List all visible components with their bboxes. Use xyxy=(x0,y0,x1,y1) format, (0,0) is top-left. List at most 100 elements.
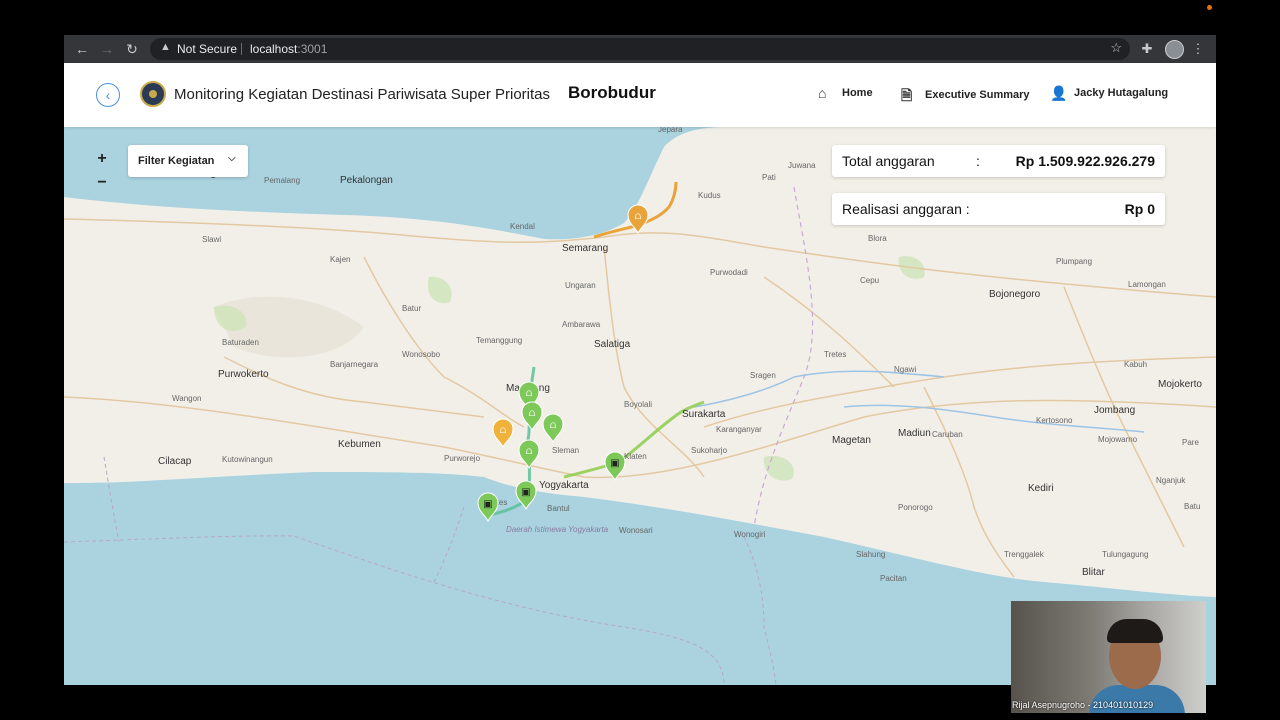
address-bar[interactable]: ▲ Not Secure localhost:3001 ☆ xyxy=(150,38,1130,60)
place-label: Boyolali xyxy=(624,400,652,409)
bus-icon: ▣ xyxy=(483,499,492,510)
place-label: Ponorogo xyxy=(898,503,933,512)
place-label: Trenggalek xyxy=(1004,550,1045,559)
place-label: Klaten xyxy=(624,452,647,461)
warning-icon: ▲ xyxy=(160,41,171,53)
place-label: Purwokerto xyxy=(218,369,269,380)
security-label[interactable]: Not Secure xyxy=(177,42,237,56)
nav-home-label: Home xyxy=(842,87,873,99)
place-label: Wonosari xyxy=(619,526,653,535)
train-icon: ⩍ xyxy=(529,408,536,419)
total-anggaran-card: Total anggaran : Rp 1.509.922.926.279 xyxy=(832,145,1165,177)
train-icon: ⩍ xyxy=(526,446,533,457)
place-label: Magetan xyxy=(832,435,871,446)
nav-home[interactable]: ⌂ Home xyxy=(818,85,873,101)
place-label: Bojonegoro xyxy=(989,289,1041,300)
place-label: Madiun xyxy=(898,428,931,439)
realisasi-anggaran-card: Realisasi anggaran : Rp 0 xyxy=(832,193,1165,225)
zoom-in-button[interactable]: + xyxy=(90,147,114,171)
browser-menu-icon[interactable]: ⋮ xyxy=(1188,39,1208,59)
ministry-logo xyxy=(140,81,166,107)
zoom-out-button[interactable]: − xyxy=(90,171,114,195)
place-label: Baturaden xyxy=(222,338,259,347)
place-label: Surakarta xyxy=(682,409,726,420)
nav-user-label: Jacky Hutagalung xyxy=(1074,87,1169,99)
app-header: ‹ Monitoring Kegiatan Destinasi Pariwisa… xyxy=(64,63,1216,127)
profile-avatar-icon[interactable] xyxy=(1165,40,1184,59)
place-label: Kediri xyxy=(1028,483,1054,494)
place-label: Plumpang xyxy=(1056,257,1092,266)
place-label: Sragen xyxy=(750,371,776,380)
user-icon: 👤 xyxy=(1050,85,1068,101)
train-icon: ⩍ xyxy=(526,388,533,399)
place-label: Batur xyxy=(402,304,421,313)
place-label: Tulungagung xyxy=(1102,550,1148,559)
place-label: Banjarnegara xyxy=(330,360,379,369)
place-label: Cepu xyxy=(860,276,879,285)
browser-toolbar: ← → ↻ ▲ Not Secure localhost:3001 ☆ ✚ ⋮ xyxy=(64,35,1216,63)
train-icon: ⩍ xyxy=(635,211,642,222)
back-arrow-icon[interactable]: ← xyxy=(72,39,92,59)
extensions-puzzle-icon[interactable]: ✚ xyxy=(1137,39,1157,59)
place-label: Jombang xyxy=(1094,405,1135,416)
place-label: Kertosono xyxy=(1036,416,1073,425)
forward-arrow-icon[interactable]: → xyxy=(97,39,117,59)
bus-icon: ▣ xyxy=(610,458,619,469)
place-label: Batu xyxy=(1184,502,1200,511)
nav-user[interactable]: 👤 Jacky Hutagalung xyxy=(1050,85,1168,102)
chevron-down-icon: ⌵ xyxy=(228,153,236,164)
total-anggaran-value: Rp 1.509.922.926.279 xyxy=(1015,153,1155,169)
place-label: Bantul xyxy=(547,504,570,513)
place-label: Pemalang xyxy=(264,176,300,185)
place-label: Wonogiri xyxy=(734,530,766,539)
place-label: Blora xyxy=(868,234,887,243)
realisasi-anggaran-value: Rp 0 xyxy=(1124,201,1155,217)
place-label: Jepara xyxy=(658,127,683,134)
place-label: Pacitan xyxy=(880,574,907,583)
place-label: Mojowarno xyxy=(1098,435,1138,444)
place-label: Sukoharjo xyxy=(691,446,728,455)
realisasi-anggaran-label: Realisasi anggaran : xyxy=(842,201,970,217)
back-button[interactable]: ‹ xyxy=(96,83,120,107)
place-label: Pekalongan xyxy=(340,175,393,186)
place-label: Kebumen xyxy=(338,439,381,450)
recording-indicator xyxy=(1207,5,1212,10)
total-anggaran-label: Total anggaran xyxy=(842,153,935,169)
place-label: Lamongan xyxy=(1128,280,1166,289)
browser-window: ← → ↻ ▲ Not Secure localhost:3001 ☆ ✚ ⋮ … xyxy=(64,35,1216,685)
place-label: Pare xyxy=(1182,438,1199,447)
filter-kegiatan-dropdown[interactable]: Filter Kegiatan ⌵ xyxy=(128,145,248,177)
place-label: Yogyakarta xyxy=(539,480,589,491)
place-label: Kutowinangun xyxy=(222,455,273,464)
train-icon: ⩍ xyxy=(550,420,557,431)
bus-icon: ▣ xyxy=(521,487,530,498)
train-icon: ⩍ xyxy=(500,425,507,436)
place-label: Pati xyxy=(762,173,776,182)
place-label: Ngawi xyxy=(894,365,916,374)
place-label: Purworejo xyxy=(444,454,481,463)
place-label: Kendal xyxy=(510,222,535,231)
place-label: Mojokerto xyxy=(1158,379,1202,390)
place-label: Tretes xyxy=(824,350,846,359)
zoom-control: + − xyxy=(90,147,114,195)
place-label: Semarang xyxy=(562,243,608,254)
place-label: Cilacap xyxy=(158,456,192,467)
total-anggaran-colon: : xyxy=(976,153,980,169)
place-label: Kudus xyxy=(698,191,721,200)
page-title: Monitoring Kegiatan Destinasi Pariwisata… xyxy=(174,86,551,103)
bookmark-star-icon[interactable]: ☆ xyxy=(1110,40,1122,56)
place-label: Slahung xyxy=(856,550,885,559)
place-label: Ungaran xyxy=(565,281,596,290)
filter-label: Filter Kegiatan xyxy=(138,155,215,167)
person-hair xyxy=(1107,619,1163,643)
place-label: Juwana xyxy=(788,161,816,170)
nav-executive-summary[interactable]: 🗎 Executive Summary xyxy=(901,85,1030,109)
place-label: Slawi xyxy=(202,235,221,244)
place-label: Ambarawa xyxy=(562,320,601,329)
url-text[interactable]: localhost:3001 xyxy=(250,42,327,56)
web-page: ‹ Monitoring Kegiatan Destinasi Pariwisa… xyxy=(64,63,1216,685)
reload-icon[interactable]: ↻ xyxy=(122,39,142,59)
document-icon: 🗎 xyxy=(901,87,913,103)
place-label: Kajen xyxy=(330,255,350,264)
place-label: Sleman xyxy=(552,446,579,455)
